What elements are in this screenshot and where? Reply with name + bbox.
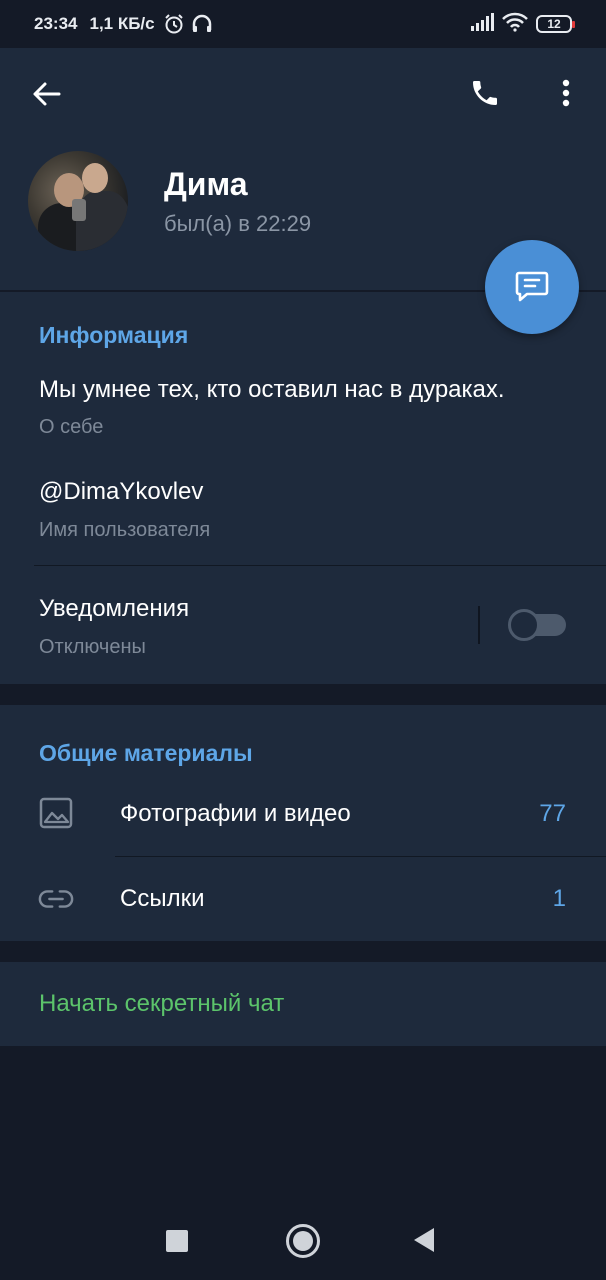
send-message-button[interactable] xyxy=(485,240,579,334)
call-button[interactable] xyxy=(464,74,506,116)
toggle-knob xyxy=(508,609,540,641)
toggle-separator xyxy=(478,606,480,644)
status-time: 23:34 xyxy=(34,14,78,33)
shared-media-section: Общие материалы Фотографии и видео 77 Сс… xyxy=(0,705,606,941)
headphones-icon xyxy=(191,13,213,35)
link-icon xyxy=(38,881,74,917)
divider xyxy=(115,856,606,857)
back-arrow-icon xyxy=(31,81,61,112)
last-seen-status: был(а) в 22:29 xyxy=(164,211,312,236)
bio-text: Мы умнее тех, кто оставил нас в дураках. xyxy=(39,376,505,403)
info-title: Информация xyxy=(39,322,189,348)
signal-icon xyxy=(470,12,494,36)
start-secret-chat-button[interactable]: Начать секретный чат xyxy=(39,990,284,1018)
shared-media-count: 1 xyxy=(552,885,566,912)
secret-chat-section[interactable]: Начать секретный чат xyxy=(0,962,606,1046)
username-label: Имя пользователя xyxy=(39,519,211,541)
status-network-speed: 1,1 КБ/с xyxy=(89,14,155,33)
battery-level: 12 xyxy=(547,17,561,31)
system-back-button[interactable] xyxy=(414,1228,434,1252)
shared-media-count: 77 xyxy=(539,800,566,827)
avatar[interactable] xyxy=(28,151,128,251)
notifications-label: Уведомления xyxy=(39,595,190,622)
wifi-icon xyxy=(502,12,528,37)
back-button[interactable] xyxy=(26,76,66,116)
phone-icon xyxy=(469,77,501,114)
profile-name: Дима xyxy=(164,166,248,202)
home-button[interactable] xyxy=(286,1224,320,1258)
image-icon xyxy=(38,795,74,831)
system-nav-bar xyxy=(0,1200,606,1280)
message-icon xyxy=(512,265,552,310)
notifications-status: Отключены xyxy=(39,636,146,658)
notifications-toggle[interactable] xyxy=(508,609,566,641)
bio-label: О себе xyxy=(39,416,104,438)
recents-button[interactable] xyxy=(166,1230,188,1252)
more-options-button[interactable] xyxy=(548,74,584,116)
shared-media-title: Общие материалы xyxy=(39,740,253,766)
divider xyxy=(34,565,606,566)
status-bar: 23:34 1,1 КБ/с 12 xyxy=(0,0,606,48)
more-vert-icon xyxy=(562,79,570,112)
battery-icon: 12 xyxy=(536,15,575,33)
username-text: @DimaYkovlev xyxy=(39,478,204,505)
shared-media-label: Ссылки xyxy=(120,885,205,912)
shared-media-label: Фотографии и видео xyxy=(120,800,351,827)
info-section: Информация Мы умнее тех, кто оставил нас… xyxy=(0,292,606,684)
alarm-icon xyxy=(163,13,185,35)
